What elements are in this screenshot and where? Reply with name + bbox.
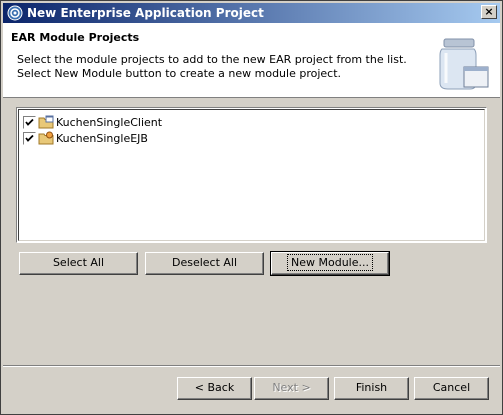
back-button[interactable]: < Back xyxy=(177,377,252,400)
list-item[interactable]: KuchenSingleEJB xyxy=(23,130,148,146)
next-button[interactable]: Next > xyxy=(254,377,329,400)
button-bar-separator xyxy=(3,365,500,367)
finish-button[interactable]: Finish xyxy=(334,377,409,400)
cancel-button[interactable]: Cancel xyxy=(414,377,489,400)
ejb-project-icon xyxy=(38,131,54,145)
back-label: < Back xyxy=(194,381,235,394)
select-all-button[interactable]: Select All xyxy=(19,252,138,275)
ear-project-wizard-icon xyxy=(439,38,489,90)
module-checkbox[interactable] xyxy=(23,131,36,145)
list-item[interactable]: KuchenSingleClient xyxy=(23,114,162,130)
module-name: KuchenSingleEJB xyxy=(56,131,148,145)
finish-label: Finish xyxy=(355,381,388,394)
wizard-dialog: New Enterprise Application Project × EAR… xyxy=(0,0,503,415)
wizard-header: EAR Module Projects Select the module pr… xyxy=(3,23,500,98)
module-project-list[interactable]: KuchenSingleClient KuchenSingleEJB xyxy=(16,107,487,243)
description-line-1: Select the module projects to add to the… xyxy=(17,53,407,66)
eclipse-app-icon xyxy=(7,5,23,21)
list-frame: KuchenSingleClient KuchenSingleEJB xyxy=(18,109,485,241)
client-project-icon xyxy=(38,115,54,129)
close-button[interactable]: × xyxy=(481,5,497,19)
checkmark-icon xyxy=(25,118,34,126)
select-all-label: Select All xyxy=(52,256,105,269)
next-label: Next > xyxy=(272,381,311,394)
page-title: EAR Module Projects xyxy=(11,31,140,44)
page-description: Select the module projects to add to the… xyxy=(17,53,407,81)
module-name: KuchenSingleClient xyxy=(56,115,163,129)
cancel-label: Cancel xyxy=(432,381,471,394)
deselect-all-label: Deselect All xyxy=(171,256,238,269)
module-checkbox[interactable] xyxy=(23,115,36,129)
new-module-label: New Module... xyxy=(287,254,373,271)
checkmark-icon xyxy=(25,134,34,142)
new-module-button[interactable]: New Module... xyxy=(270,251,390,276)
title-bar[interactable]: New Enterprise Application Project × xyxy=(3,3,500,23)
deselect-all-button[interactable]: Deselect All xyxy=(145,252,264,275)
description-line-2: Select New Module button to create a new… xyxy=(17,67,342,80)
window-title: New Enterprise Application Project xyxy=(27,6,264,20)
